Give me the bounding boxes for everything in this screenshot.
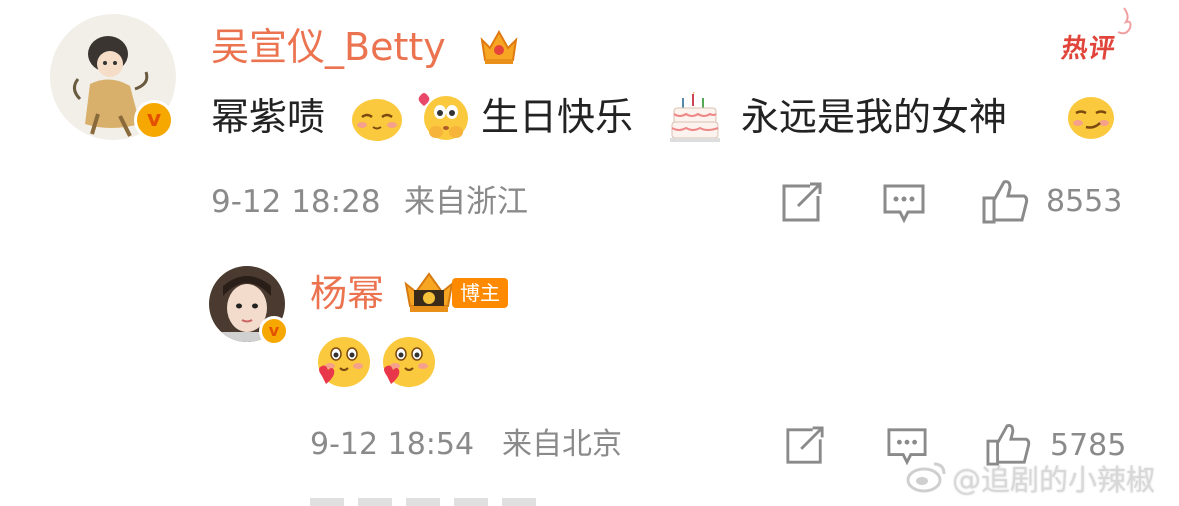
smirk-face-emoji bbox=[1068, 97, 1114, 139]
content-face-emoji bbox=[352, 99, 402, 141]
comment-timestamp: 9-12 18:28 bbox=[211, 184, 381, 220]
watermark-text: @追剧的小辣椒 bbox=[952, 463, 1156, 497]
replier-username[interactable]: 杨幂 bbox=[310, 270, 384, 318]
comment-text-part1: 幂紫啧 bbox=[211, 95, 326, 139]
comment-text-part2: 生日快乐 bbox=[481, 95, 634, 139]
love-face-emoji bbox=[318, 337, 370, 387]
crown-icon bbox=[404, 272, 454, 312]
blogger-badge: 博主 bbox=[452, 278, 508, 308]
birthday-cake-emoji bbox=[670, 92, 720, 142]
love-face-emoji bbox=[383, 337, 435, 387]
weibo-logo-icon bbox=[906, 462, 946, 493]
verified-v-icon: v bbox=[134, 100, 174, 140]
comment-icon[interactable] bbox=[882, 182, 926, 224]
thumbs-up-icon[interactable] bbox=[982, 178, 1030, 224]
comment-location: 来自浙江 bbox=[404, 184, 528, 220]
share-icon[interactable] bbox=[780, 182, 824, 224]
commenter-username[interactable]: 吴宣仪_Betty bbox=[211, 22, 446, 72]
next-item-fragment bbox=[310, 498, 550, 506]
commenter-avatar[interactable]: v bbox=[50, 14, 176, 140]
crown-icon bbox=[480, 29, 518, 64]
shy-love-face-emoji bbox=[418, 93, 468, 140]
reply-timestamp: 9-12 18:54 bbox=[310, 427, 475, 462]
replier-avatar[interactable]: v bbox=[209, 266, 289, 346]
comment-text-part3: 永远是我的女神 bbox=[741, 95, 1008, 139]
share-icon[interactable] bbox=[784, 426, 826, 466]
comment-like-count: 8553 bbox=[1046, 184, 1123, 219]
hot-comment-label: 热评 bbox=[1059, 34, 1118, 64]
reply-location: 来自北京 bbox=[502, 427, 622, 462]
verified-v-icon: v bbox=[259, 316, 289, 346]
